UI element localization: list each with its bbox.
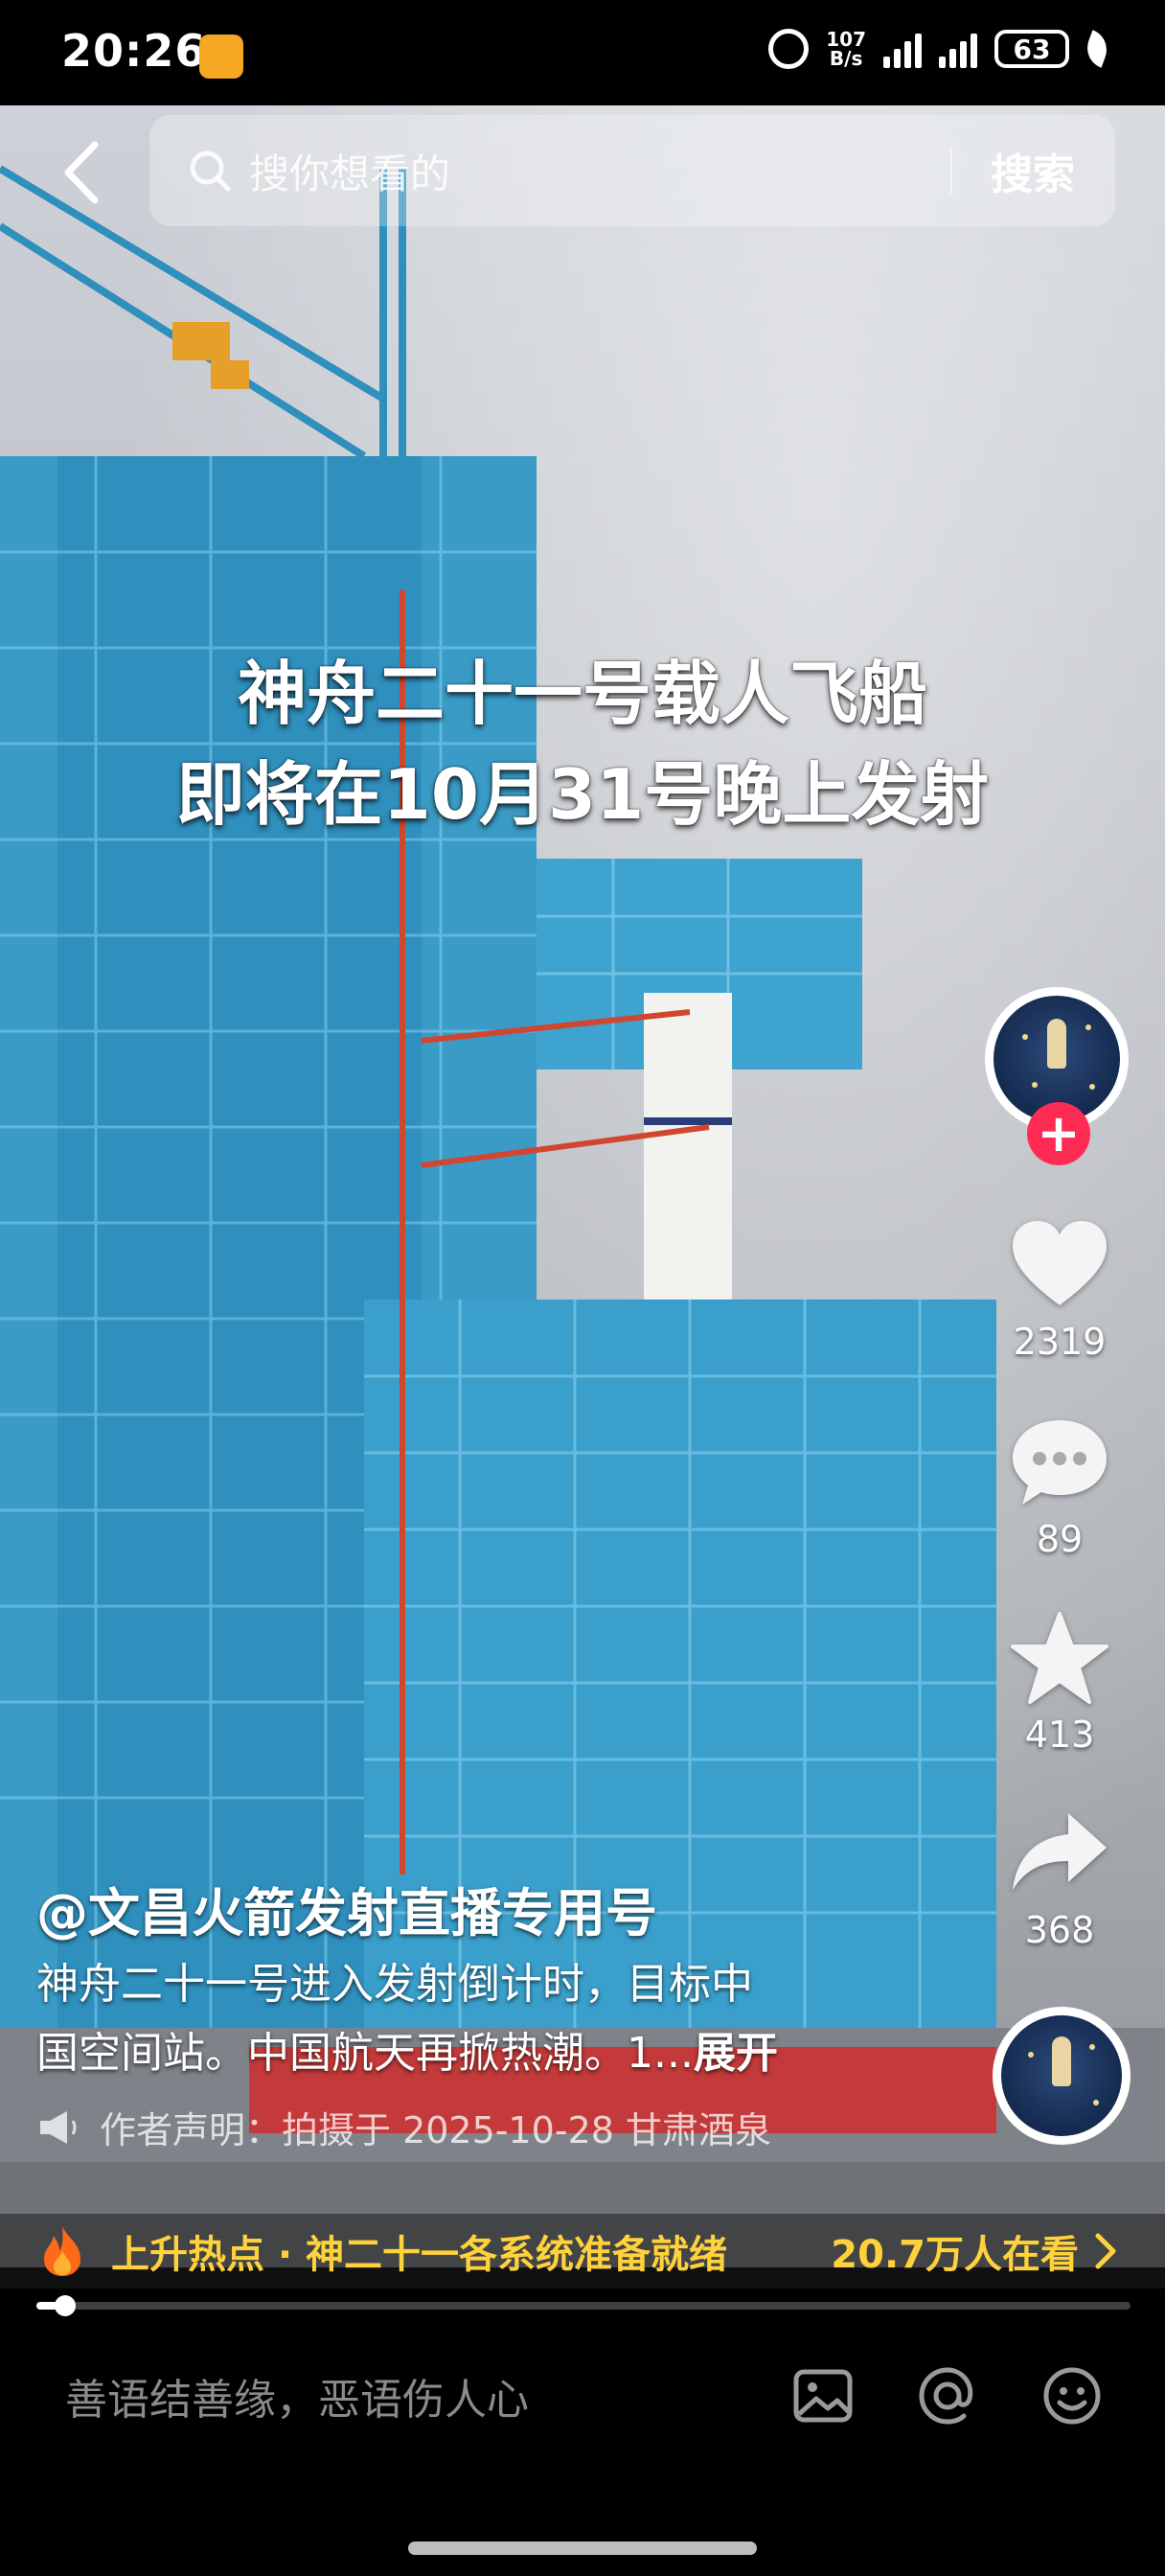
- video-overlay-title: 神舟二十一号载人飞船: [237, 654, 927, 734]
- viewer-count: 20.7万人在看: [831, 2233, 1079, 2277]
- search-divider: [950, 147, 952, 195]
- status-time: 20:26: [61, 25, 207, 77]
- comment-button[interactable]: 89: [993, 1414, 1127, 1560]
- search-input[interactable]: 搜你想看的: [249, 142, 950, 200]
- net-speed: 107 B/s: [826, 30, 866, 68]
- net-speed-value: 107: [826, 28, 866, 51]
- comment-icon: [1013, 1420, 1107, 1505]
- emoji-icon[interactable]: [1040, 2364, 1104, 2427]
- author-name[interactable]: @文昌火箭发射直播专用号: [36, 1871, 657, 1946]
- favorite-count: 413: [1024, 1714, 1095, 1756]
- search-icon: [190, 150, 231, 192]
- at-icon[interactable]: [916, 2364, 979, 2427]
- favorite-button[interactable]: 413: [993, 1610, 1127, 1756]
- app-notification-icon: [199, 34, 243, 79]
- home-indicator[interactable]: [408, 2542, 757, 2555]
- video-progress-bar[interactable]: [36, 2295, 1131, 2316]
- signal-icon: [939, 30, 977, 68]
- back-button[interactable]: [48, 134, 115, 211]
- declaration-text: 作者声明：拍摄于 2025-10-28 甘肃酒泉: [100, 2109, 771, 2151]
- author-declaration: 作者声明：拍摄于 2025-10-28 甘肃酒泉: [36, 2101, 771, 2153]
- plus-icon: +: [1037, 1103, 1081, 1163]
- signal-icon: [883, 30, 922, 68]
- image-icon[interactable]: [791, 2364, 855, 2427]
- comment-input[interactable]: 善语结善缘，恶语伤人心: [65, 2365, 791, 2426]
- chevron-left-icon: [64, 141, 99, 204]
- hot-topic-bar[interactable]: 上升热点 · 神二十一各系统准备就绪 20.7万人在看: [0, 2214, 1165, 2288]
- like-button[interactable]: 2319: [993, 1217, 1127, 1363]
- rocket-emblem-icon: [1001, 2015, 1122, 2136]
- leaf-icon: [1081, 30, 1113, 68]
- expand-link[interactable]: 展开: [694, 2029, 778, 2078]
- description-line: 神舟二十一号进入发射倒计时，目标中: [36, 1960, 753, 2009]
- alarm-icon: [768, 29, 810, 69]
- video-overlay-subtitle: 即将在10月31号晚上发射: [175, 754, 990, 835]
- share-count: 368: [1024, 1909, 1095, 1951]
- hot-topic-text: 上升热点 · 神二十一各系统准备就绪: [111, 2233, 728, 2277]
- description-text: 国空间站。中国航天再掀热潮。1...: [36, 2029, 694, 2078]
- heart-icon: [1013, 1221, 1107, 1305]
- comment-count: 89: [1036, 1518, 1084, 1560]
- share-arrow-icon: [1013, 1813, 1107, 1890]
- share-button[interactable]: 368: [993, 1806, 1127, 1951]
- search-button[interactable]: 搜索: [991, 140, 1075, 201]
- search-bar[interactable]: 搜你想看的 搜索: [149, 115, 1115, 226]
- chevron-right-icon: [1095, 2233, 1116, 2269]
- fire-icon: [44, 2226, 80, 2276]
- status-bar: 20:26 107 B/s 63: [0, 0, 1165, 105]
- star-icon: [1011, 1612, 1108, 1704]
- follow-button[interactable]: +: [1027, 1102, 1090, 1165]
- status-indicators: 107 B/s 63: [768, 29, 1113, 69]
- like-count: 2319: [1013, 1321, 1107, 1363]
- music-disc[interactable]: [993, 2007, 1131, 2145]
- description-line: 国空间站。中国航天再掀热潮。1...展开: [36, 2024, 851, 2083]
- comment-bar: 善语结善缘，恶语伤人心: [0, 2329, 1165, 2463]
- net-speed-unit: B/s: [829, 47, 863, 70]
- progress-handle[interactable]: [54, 2295, 76, 2316]
- battery-icon: 63: [994, 30, 1069, 68]
- megaphone-icon: [40, 2110, 77, 2144]
